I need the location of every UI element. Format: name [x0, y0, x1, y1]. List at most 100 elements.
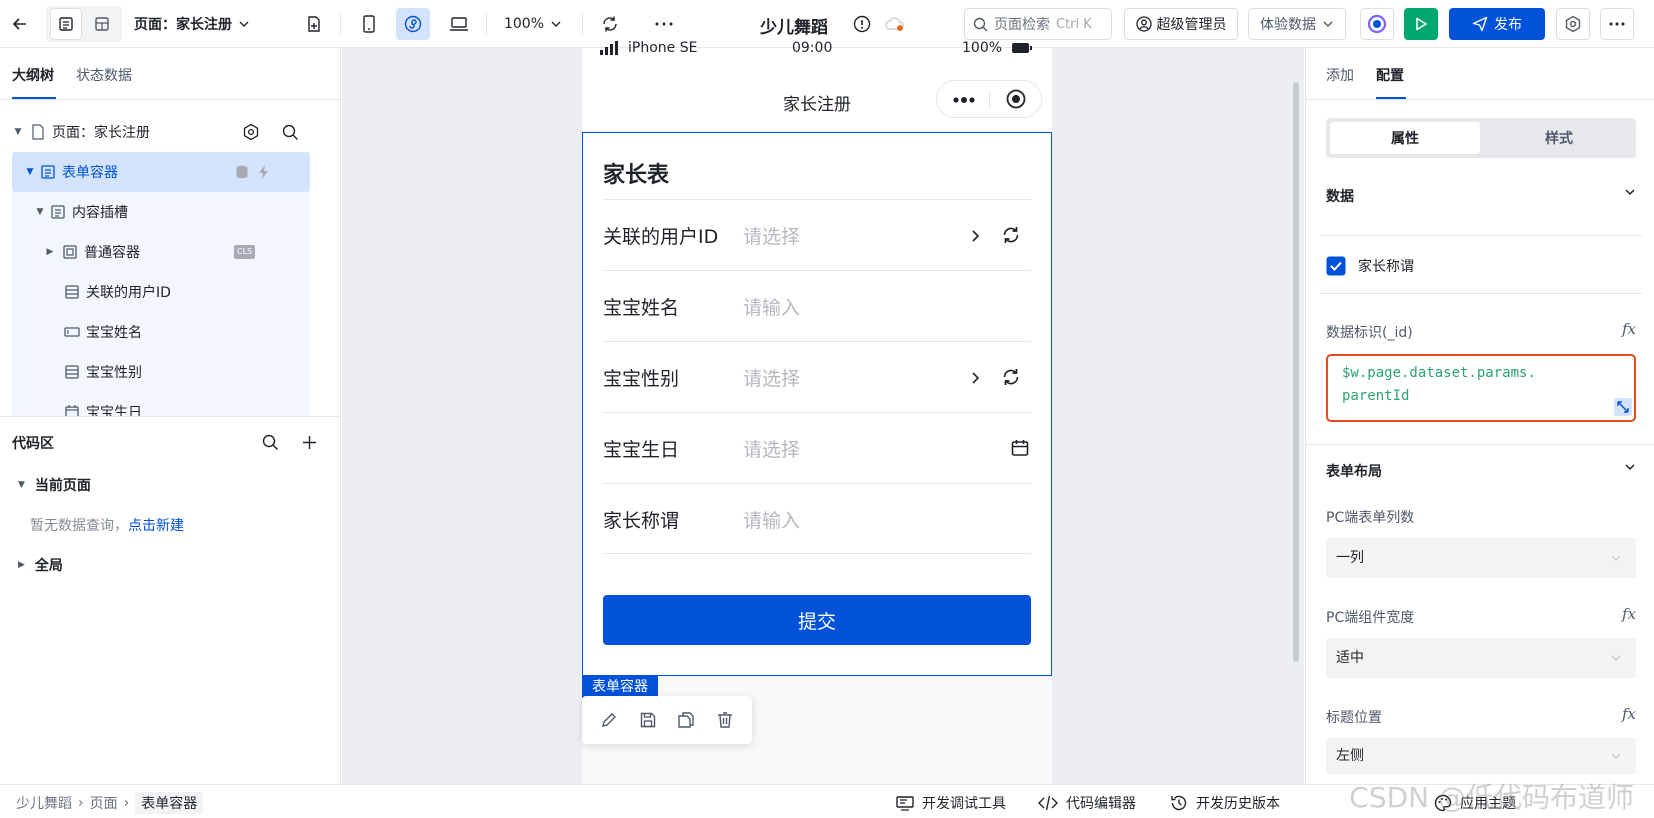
tab-underline: [12, 97, 56, 99]
more-menu-icon[interactable]: [1600, 8, 1634, 40]
id-expression-input[interactable]: $w.page.dataset.params. parentId: [1326, 354, 1636, 422]
canvas-scrollbar[interactable]: [1293, 82, 1299, 662]
more-icon[interactable]: [650, 8, 678, 40]
form-container[interactable]: 家长表 关联的用户ID 请选择 宝宝姓名 请输入 宝宝性别 请选择 宝宝生日 请…: [582, 132, 1052, 676]
field-placeholder[interactable]: 请选择: [743, 435, 800, 462]
mobile-device-icon[interactable]: [354, 8, 384, 40]
settings-icon[interactable]: [1556, 8, 1590, 40]
breadcrumb-current[interactable]: 表单容器: [135, 792, 204, 814]
segment-properties[interactable]: 属性: [1330, 122, 1480, 154]
checkbox-checked-icon[interactable]: [1326, 256, 1346, 276]
add-icon[interactable]: [302, 435, 317, 450]
tree-node-field[interactable]: 关联的用户ID: [12, 272, 310, 312]
form-field-user-id[interactable]: 关联的用户ID 请选择: [603, 199, 1031, 270]
fx-icon[interactable]: fx: [1622, 705, 1636, 723]
refresh-icon[interactable]: [596, 8, 624, 40]
user-role-button[interactable]: 超级管理员: [1124, 8, 1238, 40]
caret-down-icon: ▼: [26, 167, 34, 177]
page-search-input[interactable]: 页面检索 Ctrl K: [964, 8, 1112, 40]
right-tabs: 添加 配置: [1306, 48, 1654, 100]
run-preview-button[interactable]: [1404, 8, 1438, 40]
cls-badge: CLS: [234, 245, 256, 259]
breadcrumb-item[interactable]: 页面: [90, 793, 118, 813]
warning-icon[interactable]: [850, 8, 874, 40]
select-field-icon: [65, 285, 79, 299]
data-section-header[interactable]: 数据: [1326, 186, 1636, 206]
field-placeholder[interactable]: 请选择: [743, 222, 800, 249]
current-page-group[interactable]: ▼ 当前页面: [18, 475, 91, 495]
code-icon: [1038, 795, 1058, 811]
capsule-menu[interactable]: [936, 80, 1042, 118]
layout-view-icon[interactable]: [86, 8, 118, 40]
cloud-sync-icon[interactable]: [882, 8, 908, 40]
layout-section-header[interactable]: 表单布局: [1326, 461, 1636, 481]
field-placeholder[interactable]: 请选择: [743, 364, 800, 391]
tree-search-icon[interactable]: [282, 124, 299, 141]
create-query-link[interactable]: 点击新建: [128, 518, 184, 534]
caret-down-icon: ▼: [14, 127, 22, 137]
select-value: 左侧: [1336, 748, 1364, 764]
delete-icon[interactable]: [716, 711, 734, 729]
form-field-baby-gender[interactable]: 宝宝性别 请选择: [603, 341, 1031, 412]
field-placeholder[interactable]: 请输入: [743, 293, 800, 320]
design-canvas: iPhone SE 09:00 100% 家长注册 家长表 关联的用户ID 请选…: [342, 40, 1304, 784]
code-search-icon[interactable]: [262, 434, 279, 451]
tree-node-content-slot[interactable]: ▼ 内容插槽: [12, 192, 310, 232]
breadcrumb-item[interactable]: 少儿舞蹈: [16, 793, 72, 813]
history-button[interactable]: 开发历史版本: [1170, 793, 1280, 813]
ai-assistant-icon[interactable]: [1360, 8, 1394, 40]
refresh-icon[interactable]: [1001, 367, 1021, 387]
copy-icon[interactable]: [677, 711, 695, 729]
refresh-icon[interactable]: [1001, 225, 1021, 245]
tab-state-data[interactable]: 状态数据: [76, 65, 132, 85]
fx-icon[interactable]: fx: [1622, 320, 1636, 338]
history-icon: [1171, 795, 1187, 811]
tree-overflow: 宝宝生日: [12, 392, 310, 416]
form-field-parent-title[interactable]: 家长称谓 请输入: [603, 483, 1031, 554]
parent-title-checkbox[interactable]: 家长称谓: [1326, 256, 1414, 276]
caret-down-icon: ▼: [18, 480, 25, 490]
page-selector[interactable]: 页面：家长注册: [134, 8, 274, 40]
global-group[interactable]: ▶ 全局: [18, 555, 63, 575]
tree-node-label: 表单容器: [62, 165, 118, 181]
save-icon[interactable]: [639, 711, 657, 729]
tab-config[interactable]: 配置: [1376, 65, 1404, 85]
data-mode-select[interactable]: 体验数据: [1248, 8, 1346, 40]
back-arrow-icon[interactable]: [6, 8, 34, 40]
status-bar: iPhone SE: [600, 40, 697, 56]
tree-node-field[interactable]: 宝宝姓名: [12, 312, 310, 352]
add-page-icon[interactable]: [300, 8, 328, 40]
publish-button[interactable]: 发布: [1449, 8, 1545, 40]
page-settings-icon[interactable]: [242, 123, 260, 141]
status-battery: 100%: [962, 40, 1033, 56]
desktop-device-icon[interactable]: [444, 8, 474, 40]
close-target-icon[interactable]: [1006, 89, 1026, 109]
pc-columns-select[interactable]: 一列: [1326, 538, 1636, 578]
more-dots-icon[interactable]: [953, 97, 975, 103]
pc-width-select[interactable]: 适中: [1326, 638, 1636, 678]
title-position-select[interactable]: 左侧: [1326, 738, 1636, 774]
zoom-select[interactable]: 100%: [500, 8, 566, 40]
form-field-baby-name[interactable]: 宝宝姓名 请输入: [603, 270, 1031, 341]
tree-node-page[interactable]: ▼ 页面：家长注册: [12, 112, 310, 152]
code-editor-button[interactable]: 代码编辑器: [1038, 793, 1136, 813]
tab-add[interactable]: 添加: [1326, 65, 1354, 85]
tree-node-label: 关联的用户ID: [86, 285, 171, 301]
outline-view-icon[interactable]: [50, 8, 82, 40]
edit-icon[interactable]: [600, 711, 618, 729]
submit-button[interactable]: 提交: [603, 595, 1031, 645]
tree-node-form-container[interactable]: ▼ 表单容器: [12, 152, 310, 192]
mini-program-icon[interactable]: [396, 8, 430, 40]
tab-outline-tree[interactable]: 大纲树: [12, 65, 54, 85]
segment-style[interactable]: 样式: [1486, 122, 1632, 154]
fx-icon[interactable]: fx: [1622, 605, 1636, 623]
field-placeholder[interactable]: 请输入: [743, 506, 800, 533]
tree-node-normal-container[interactable]: ▶ 普通容器 CLS: [12, 232, 310, 272]
play-icon: [1416, 17, 1427, 31]
expand-editor-icon[interactable]: [1614, 398, 1632, 416]
form-field-baby-birthday[interactable]: 宝宝生日 请选择: [603, 412, 1031, 483]
tree-node-field[interactable]: 宝宝生日: [12, 392, 310, 416]
tree-node-field[interactable]: 宝宝性别: [12, 352, 310, 392]
debug-tools-button[interactable]: 开发调试工具: [896, 793, 1006, 813]
calendar-icon[interactable]: [1011, 439, 1029, 457]
